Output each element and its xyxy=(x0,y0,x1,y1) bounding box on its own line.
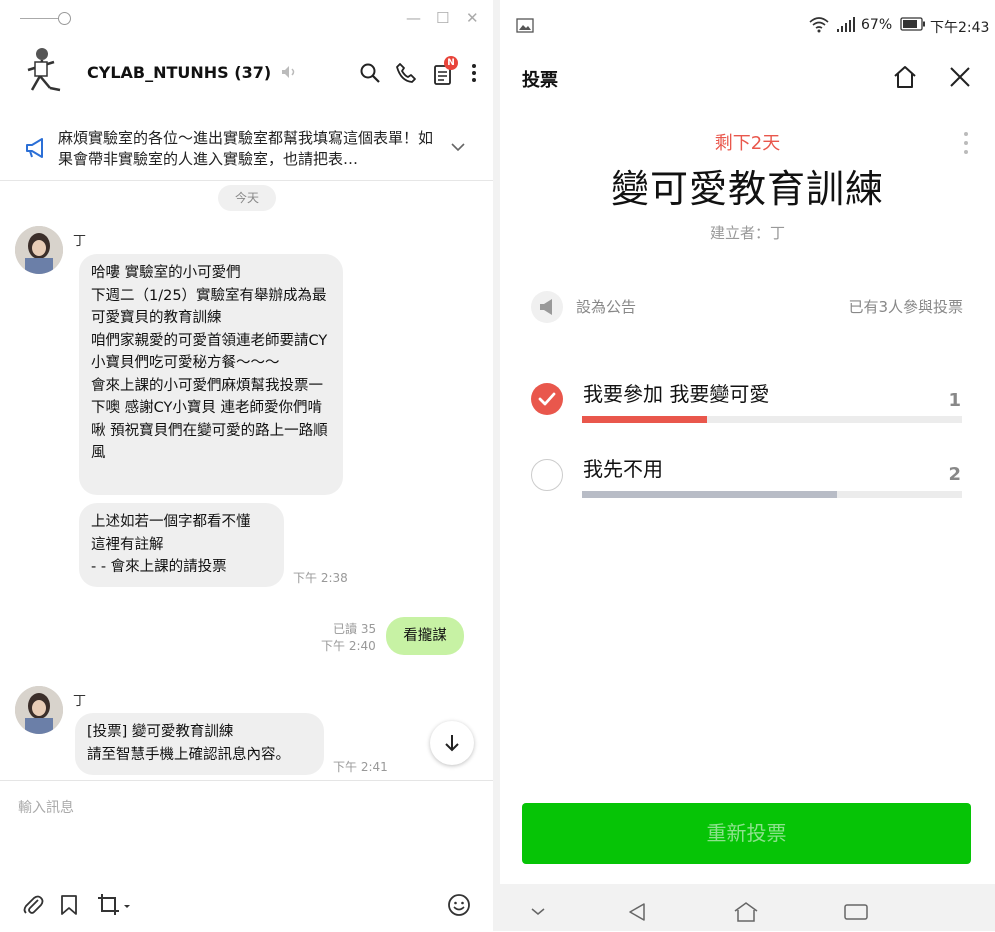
my-message-bubble[interactable]: 看攏謀 xyxy=(386,617,464,655)
close-icon[interactable] xyxy=(949,66,971,88)
speaker-muted-icon xyxy=(281,66,294,78)
maximize-icon[interactable]: ☐ xyxy=(436,9,449,27)
message-bubble[interactable]: 哈嘍 實驗室的小可愛們 下週二（1/25）實驗室有舉辦成為最可愛寶貝的教育訓練 … xyxy=(79,254,343,495)
chat-window: — ☐ ✕ CYLAB_NTUNHS (37) N 麻煩實驗室的各位～進出實驗室… xyxy=(0,0,493,931)
message-time: 下午 2:38 xyxy=(293,571,348,585)
vote-bar-fill xyxy=(582,416,708,423)
status-bar: 67% 下午2:43 xyxy=(500,0,995,44)
vote-bar-track xyxy=(582,416,962,423)
option-label: 我先不用 xyxy=(583,457,663,481)
android-nav-bar xyxy=(500,884,995,931)
window-slider-knob[interactable] xyxy=(58,12,71,25)
gallery-icon xyxy=(516,18,534,33)
more-vertical-icon[interactable] xyxy=(464,62,484,84)
avatar[interactable] xyxy=(15,226,63,274)
scroll-to-bottom-button[interactable] xyxy=(430,721,474,765)
message-time: 下午 2:41 xyxy=(333,760,388,774)
chat-title-text: CYLAB_NTUNHS (37) xyxy=(87,63,272,82)
avatar[interactable] xyxy=(15,686,63,734)
battery-percent: 67% xyxy=(861,17,893,33)
option-count: 1 xyxy=(948,390,961,411)
crop-screenshot-icon[interactable] xyxy=(97,893,133,917)
group-avatar[interactable] xyxy=(20,44,72,96)
notes-button[interactable]: N xyxy=(432,56,458,86)
battery-icon xyxy=(900,17,925,31)
announcement-text: 麻煩實驗室的各位～進出實驗室都幫我填寫這個表單！如果會帶非實驗室的人進入實驗室，… xyxy=(58,129,434,168)
check-icon xyxy=(538,392,556,406)
poll-title: 變可愛教育訓練 xyxy=(610,167,884,211)
pane-divider xyxy=(493,0,500,931)
message-time: 下午 2:40 xyxy=(321,639,376,653)
set-notice-button[interactable] xyxy=(531,291,563,323)
vote-bar-fill xyxy=(582,491,837,498)
wifi-icon xyxy=(809,17,829,33)
emoji-icon[interactable] xyxy=(447,893,471,917)
poll-creator: 建立者：丁 xyxy=(709,224,785,242)
option-label: 我要參加 我要變可愛 xyxy=(583,382,770,406)
phone-poll-screen: 67% 下午2:43 投票 剩下2天 變可愛教育訓練 建立者：丁 設為公告 已有… xyxy=(500,0,995,931)
search-icon[interactable] xyxy=(359,62,381,84)
home-icon[interactable] xyxy=(892,64,918,90)
poll-message-bubble[interactable]: [投票] 變可愛教育訓練 請至智慧手機上確認訊息內容。 xyxy=(75,713,324,775)
radio-unselected[interactable] xyxy=(531,459,563,491)
announcement-bar[interactable]: 麻煩實驗室的各位～進出實驗室都幫我填寫這個表單！如果會帶非實驗室的人進入實驗室，… xyxy=(0,118,493,181)
message-input[interactable]: 輸入訊息 xyxy=(18,797,74,817)
page-title: 投票 xyxy=(522,70,558,91)
time-remaining: 剩下2天 xyxy=(714,133,781,154)
close-window-icon[interactable]: ✕ xyxy=(466,9,479,27)
participant-count: 已有3人參與投票 xyxy=(848,298,963,316)
sender-name: 丁 xyxy=(73,234,87,249)
chat-title: CYLAB_NTUNHS (37) xyxy=(87,63,297,82)
radio-selected[interactable] xyxy=(531,383,563,415)
recent-apps-icon[interactable] xyxy=(843,902,869,922)
arrow-down-icon xyxy=(445,735,459,752)
window-slider-track[interactable] xyxy=(20,18,60,19)
more-vertical-icon[interactable] xyxy=(962,130,970,156)
date-separator: 今天 xyxy=(218,185,276,211)
message-input-area[interactable]: 輸入訊息 xyxy=(0,780,493,932)
megaphone-icon xyxy=(540,299,552,315)
option-count: 2 xyxy=(948,464,961,485)
clock: 下午2:43 xyxy=(930,20,990,36)
notification-badge: N xyxy=(444,56,458,70)
megaphone-icon xyxy=(26,138,43,158)
attachment-icon[interactable] xyxy=(22,893,44,917)
back-icon[interactable] xyxy=(626,901,648,923)
read-receipt: 已讀 35 xyxy=(333,622,377,636)
sender-name: 丁 xyxy=(73,694,87,709)
set-notice-label[interactable]: 設為公告 xyxy=(576,296,636,317)
home-nav-icon[interactable] xyxy=(733,901,759,923)
minimize-icon[interactable]: — xyxy=(406,9,421,27)
message-bubble[interactable]: 上述如若一個字都看不懂 這裡有註解 - - 會來上課的請投票 xyxy=(79,503,284,587)
signal-icon xyxy=(837,17,855,32)
phone-call-icon[interactable] xyxy=(395,62,417,84)
revote-button[interactable]: 重新投票 xyxy=(522,803,971,864)
vote-bar-track xyxy=(582,491,962,498)
hide-keyboard-icon[interactable] xyxy=(528,904,548,918)
bookmark-icon[interactable] xyxy=(60,894,78,916)
chevron-down-icon[interactable] xyxy=(451,142,465,152)
